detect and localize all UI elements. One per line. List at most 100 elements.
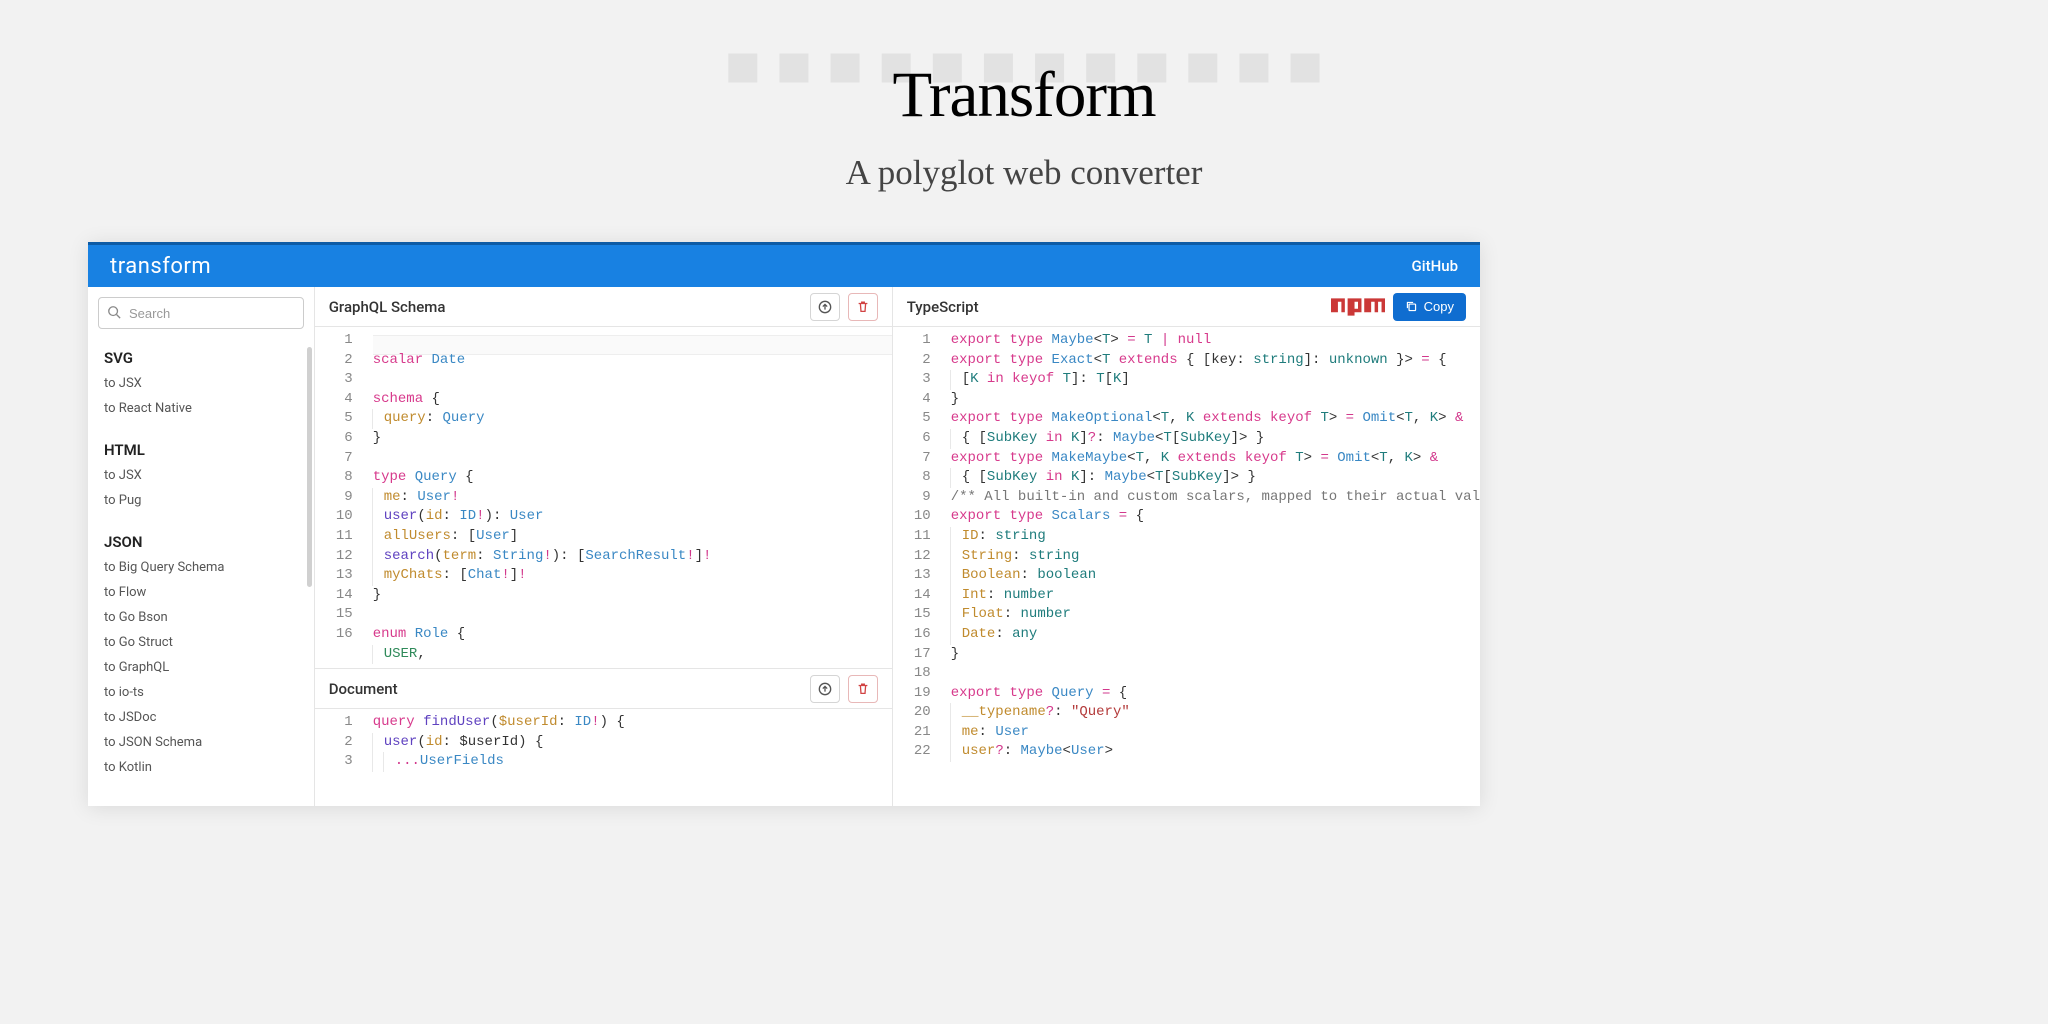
sidebar-item[interactable]: to JSON Schema [98,730,304,755]
line-number: 1 [893,331,931,351]
code-line[interactable] [951,664,1480,684]
document-editor[interactable]: 123 query findUser($userId: ID!) {user(i… [315,709,892,806]
line-number: 9 [893,488,931,508]
upload-icon [818,300,832,314]
code-line[interactable]: query: Query [373,409,892,429]
code-line[interactable]: export type Query = { [951,684,1480,704]
upload-button[interactable] [810,293,840,321]
code-line[interactable]: USER, [373,645,892,665]
code-line[interactable]: } [373,586,892,606]
sidebar-item[interactable]: to GraphQL [98,655,304,680]
line-number: 7 [893,449,931,469]
code-line[interactable]: { [SubKey in K]?: Maybe<T[SubKey]> } [951,429,1480,449]
copy-label: Copy [1424,299,1454,314]
line-number: 1 [315,713,353,733]
code-line[interactable]: search(term: String!): [SearchResult!]! [373,547,892,567]
line-number: 3 [893,370,931,390]
line-number: 13 [893,566,931,586]
schema-editor[interactable]: 12345678910111213141516 scalar Date sche… [315,327,892,668]
search-icon [107,305,121,319]
line-number: 1 [315,331,353,351]
sidebar-item[interactable]: to Big Query Schema [98,555,304,580]
hero: ■ ■ ■ ■ ■ ■ ■ ■ ■ ■ ■ ■ Transform A poly… [0,0,2048,242]
trash-icon [856,682,870,696]
code-line[interactable]: allUsers: [User] [373,527,892,547]
code-line[interactable]: __typename?: "Query" [951,703,1480,723]
copy-icon [1405,300,1418,313]
line-number: 6 [315,429,353,449]
code-line[interactable]: user?: Maybe<User> [951,742,1480,762]
code-line[interactable]: } [373,429,892,449]
code-line[interactable] [373,449,892,469]
line-number: 8 [893,468,931,488]
app-frame: transform GitHub SVGto JSXto React Nativ… [88,242,1480,806]
code-line[interactable]: ...UserFields [373,752,892,772]
sidebar-item[interactable]: to io-ts [98,680,304,705]
code-line[interactable]: String: string [951,547,1480,567]
code-line[interactable]: scalar Date [373,351,892,371]
code-line[interactable]: Int: number [951,586,1480,606]
brand[interactable]: transform [110,254,211,279]
code-line[interactable]: type Query { [373,468,892,488]
sidebar-item[interactable]: to Kotlin [98,755,304,780]
code-line[interactable]: export type MakeOptional<T, K extends ke… [951,409,1480,429]
sidebar-item[interactable]: to React Native [98,396,304,421]
code-line[interactable]: query findUser($userId: ID!) { [373,713,892,733]
upload-button[interactable] [810,675,840,703]
code-line[interactable]: } [951,645,1480,665]
github-link[interactable]: GitHub [1412,257,1458,275]
npm-icon [1331,297,1385,317]
code-line[interactable]: myChats: [Chat!]! [373,566,892,586]
document-pane-header: Document [315,669,892,709]
line-number: 12 [315,547,353,567]
copy-button[interactable]: Copy [1393,293,1466,321]
sidebar-item[interactable]: to Go Struct [98,630,304,655]
line-number: 9 [315,488,353,508]
upload-icon [818,682,832,696]
code-line[interactable]: Float: number [951,605,1480,625]
editor-panes: GraphQL Schema 12345678910111213141516 [315,287,1480,806]
code-line[interactable]: /** All built-in and custom scalars, map… [951,488,1480,508]
code-line[interactable]: [K in keyof T]: T[K] [951,370,1480,390]
line-number: 22 [893,742,931,762]
line-number: 17 [893,645,931,665]
line-number: 5 [893,409,931,429]
code-line[interactable]: ID: string [951,527,1480,547]
output-pane-header: TypeScript Copy [893,287,1480,327]
line-number: 2 [315,351,353,371]
document-pane-title: Document [329,680,398,698]
scrollbar[interactable] [307,347,312,587]
sidebar-group-title: HTML [98,437,304,463]
sidebar-item[interactable]: to JSX [98,371,304,396]
clear-button[interactable] [848,675,878,703]
code-line[interactable]: export type Exact<T extends { [key: stri… [951,351,1480,371]
code-line[interactable]: { [SubKey in K]: Maybe<T[SubKey]> } [951,468,1480,488]
code-line[interactable]: enum Role { [373,625,892,645]
search-input[interactable] [98,297,304,329]
code-line[interactable]: user(id: ID!): User [373,507,892,527]
sidebar-item[interactable]: to Go Bson [98,605,304,630]
code-line[interactable]: export type Scalars = { [951,507,1480,527]
line-number: 21 [893,723,931,743]
line-number: 16 [893,625,931,645]
code-line[interactable]: export type MakeMaybe<T, K extends keyof… [951,449,1480,469]
code-line[interactable]: export type Maybe<T> = T | null [951,331,1480,351]
clear-button[interactable] [848,293,878,321]
code-line[interactable]: me: User [951,723,1480,743]
npm-link[interactable] [1331,297,1385,317]
code-line[interactable]: user(id: $userId) { [373,733,892,753]
code-line[interactable] [373,370,892,390]
sidebar-item[interactable]: to JSDoc [98,705,304,730]
sidebar-item[interactable]: to Pug [98,488,304,513]
code-line[interactable]: Boolean: boolean [951,566,1480,586]
code-line[interactable] [373,605,892,625]
output-editor[interactable]: 12345678910111213141516171819202122 expo… [893,327,1480,806]
sidebar-item[interactable]: to Flow [98,580,304,605]
code-line[interactable]: } [951,390,1480,410]
top-bar: transform GitHub [88,245,1480,287]
sidebar-item[interactable]: to JSX [98,463,304,488]
code-line[interactable]: me: User! [373,488,892,508]
code-line[interactable]: schema { [373,390,892,410]
output-pane-title: TypeScript [907,298,979,316]
code-line[interactable]: Date: any [951,625,1480,645]
